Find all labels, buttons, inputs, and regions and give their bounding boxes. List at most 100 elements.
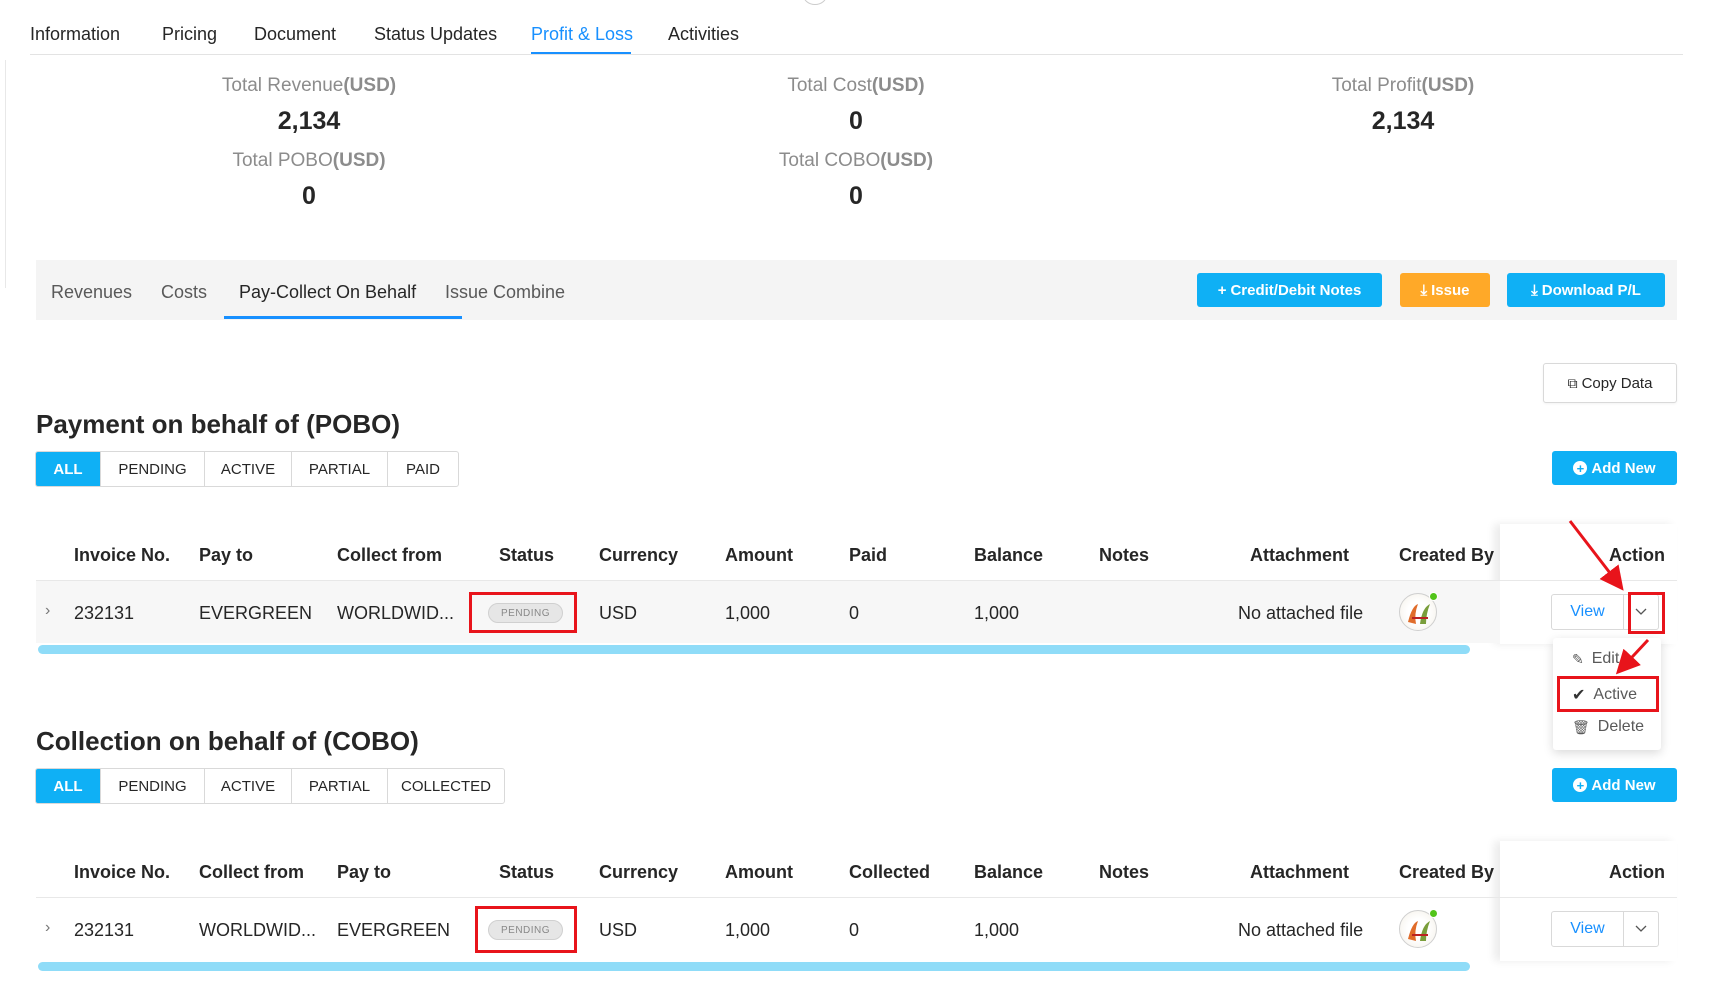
cobo-collect-from: WORLDWID... (199, 920, 316, 940)
pobo-filter-group: ALL PENDING ACTIVE PARTIAL PAID (35, 451, 459, 487)
cobo-collected: 0 (849, 920, 860, 940)
cobo-amount: 1,000 (725, 920, 771, 940)
pobo-col-invoice: Invoice No. (74, 545, 171, 565)
chevron-down-icon (1635, 925, 1647, 932)
download-icon: ⤓ (1531, 281, 1538, 299)
pobo-filter-active[interactable]: ACTIVE (205, 452, 292, 486)
tab-pricing[interactable]: Pricing (162, 24, 217, 45)
total-profit-label: Total Profit(USD) (1331, 75, 1475, 96)
expand-row-icon[interactable]: › (45, 919, 50, 937)
download-pl-button[interactable]: ⤓ Download P/L (1507, 273, 1665, 307)
cobo-filter-partial[interactable]: PARTIAL (292, 769, 388, 803)
plus-circle-icon: + (1573, 778, 1588, 792)
tab-activities[interactable]: Activities (668, 24, 739, 45)
total-revenue-label: Total Revenue(USD) (221, 75, 397, 96)
pobo-col-created-by: Created By (1399, 545, 1495, 565)
pobo-filter-pending[interactable]: PENDING (101, 452, 205, 486)
pobo-balance: 1,000 (974, 603, 1020, 623)
trash-icon: 🗑 (1572, 718, 1590, 735)
cobo-filter-pending[interactable]: PENDING (101, 769, 205, 803)
top-tab-bar: Information Pricing Document Status Upda… (30, 0, 1683, 55)
pobo-invoice-no: 232131 (74, 603, 135, 623)
cobo-view-split-button: View (1551, 911, 1659, 947)
subtab-pay-collect[interactable]: Pay-Collect On Behalf (239, 282, 416, 303)
pobo-col-collect-from: Collect from (337, 545, 443, 565)
subtab-costs[interactable]: Costs (161, 282, 207, 303)
menu-item-edit[interactable]: ✎ Edit (1572, 650, 1619, 668)
cobo-col-invoice: Invoice No. (74, 862, 171, 882)
cobo-col-action: Action (1609, 862, 1665, 882)
tab-information[interactable]: Information (30, 24, 120, 45)
cobo-col-pay-to: Pay to (337, 862, 392, 882)
menu-item-delete[interactable]: 🗑 Delete (1572, 718, 1644, 736)
pobo-col-action: Action (1609, 545, 1665, 565)
subtab-revenues[interactable]: Revenues (51, 282, 132, 303)
cobo-col-attachment: Attachment (1250, 862, 1350, 882)
total-cobo-label: Total COBO(USD) (778, 150, 934, 171)
cobo-add-new-button[interactable]: + Add New (1552, 768, 1677, 802)
total-cobo-value: 0 (849, 182, 863, 210)
cobo-filter-collected[interactable]: COLLECTED (388, 769, 504, 803)
cobo-section-title: Collection on behalf of (COBO) (36, 726, 419, 756)
cobo-header-divider (36, 897, 1677, 898)
pobo-filter-partial[interactable]: PARTIAL (292, 452, 388, 486)
cobo-col-created-by: Created By (1399, 862, 1495, 882)
pobo-col-currency: Currency (599, 545, 679, 565)
pobo-col-paid: Paid (849, 545, 888, 565)
cobo-col-status: Status (499, 862, 555, 882)
pobo-paid: 0 (849, 603, 860, 623)
pobo-section-title: Payment on behalf of (POBO) (36, 409, 401, 439)
annotation-highlight-active (1557, 676, 1659, 712)
pobo-view-button[interactable]: View (1552, 595, 1624, 629)
pobo-col-balance: Balance (974, 545, 1044, 565)
tab-status-updates[interactable]: Status Updates (374, 24, 497, 45)
pobo-col-notes: Notes (1099, 545, 1150, 565)
cobo-col-notes: Notes (1099, 862, 1150, 882)
cobo-view-button[interactable]: View (1552, 912, 1624, 946)
total-cost-value: 0 (849, 107, 863, 135)
plus-icon: + (1217, 281, 1227, 299)
active-subtab-indicator (224, 316, 462, 319)
cobo-col-balance: Balance (974, 862, 1044, 882)
cobo-filter-all[interactable]: ALL (36, 769, 101, 803)
subtab-issue-combine[interactable]: Issue Combine (445, 282, 565, 303)
pobo-col-pay-to: Pay to (199, 545, 254, 565)
tab-profit-loss[interactable]: Profit & Loss (531, 24, 633, 45)
cobo-col-collect-from: Collect from (199, 862, 305, 882)
cobo-horizontal-scrollbar[interactable] (38, 962, 1470, 971)
cobo-filter-active[interactable]: ACTIVE (205, 769, 292, 803)
cobo-attachment: No attached file (1238, 920, 1364, 940)
plus-circle-icon: + (1573, 461, 1588, 475)
credit-debit-notes-button[interactable]: + Credit/Debit Notes (1197, 273, 1382, 307)
issue-button[interactable]: ⤓ Issue (1400, 273, 1490, 307)
cobo-invoice-no: 232131 (74, 920, 135, 940)
cobo-filter-group: ALL PENDING ACTIVE PARTIAL COLLECTED (35, 768, 505, 804)
total-pobo-value: 0 (302, 182, 316, 210)
cobo-more-actions-button[interactable] (1624, 912, 1658, 946)
copy-data-button[interactable]: ⧉ Copy Data (1543, 363, 1677, 403)
annotation-highlight-status (475, 906, 577, 953)
pobo-collect-from: WORLDWID... (337, 603, 454, 623)
copy-icon: ⧉ (1567, 374, 1578, 391)
annotation-highlight-status (469, 592, 577, 633)
pobo-add-new-button[interactable]: + Add New (1552, 451, 1677, 485)
pobo-filter-all[interactable]: ALL (36, 452, 101, 486)
annotation-highlight-dropdown (1628, 592, 1665, 634)
tab-document[interactable]: Document (254, 24, 336, 45)
pobo-amount: 1,000 (725, 603, 771, 623)
panel-border (5, 60, 6, 288)
pobo-attachment: No attached file (1238, 603, 1364, 623)
pobo-col-amount: Amount (725, 545, 793, 565)
total-profit-value: 2,134 (1371, 107, 1435, 135)
download-icon: ⤓ (1420, 281, 1428, 299)
total-pobo-label: Total POBO(USD) (232, 150, 386, 171)
pobo-filter-paid[interactable]: PAID (388, 452, 458, 486)
total-revenue-value: 2,134 (277, 107, 341, 135)
online-status-dot (1429, 909, 1438, 918)
pobo-horizontal-scrollbar[interactable] (38, 645, 1470, 654)
sub-tab-bar: Revenues Costs Pay-Collect On Behalf Iss… (36, 260, 1677, 320)
cobo-col-amount: Amount (725, 862, 793, 882)
cobo-col-currency: Currency (599, 862, 679, 882)
expand-row-icon[interactable]: › (45, 602, 50, 620)
pobo-currency: USD (599, 603, 638, 623)
